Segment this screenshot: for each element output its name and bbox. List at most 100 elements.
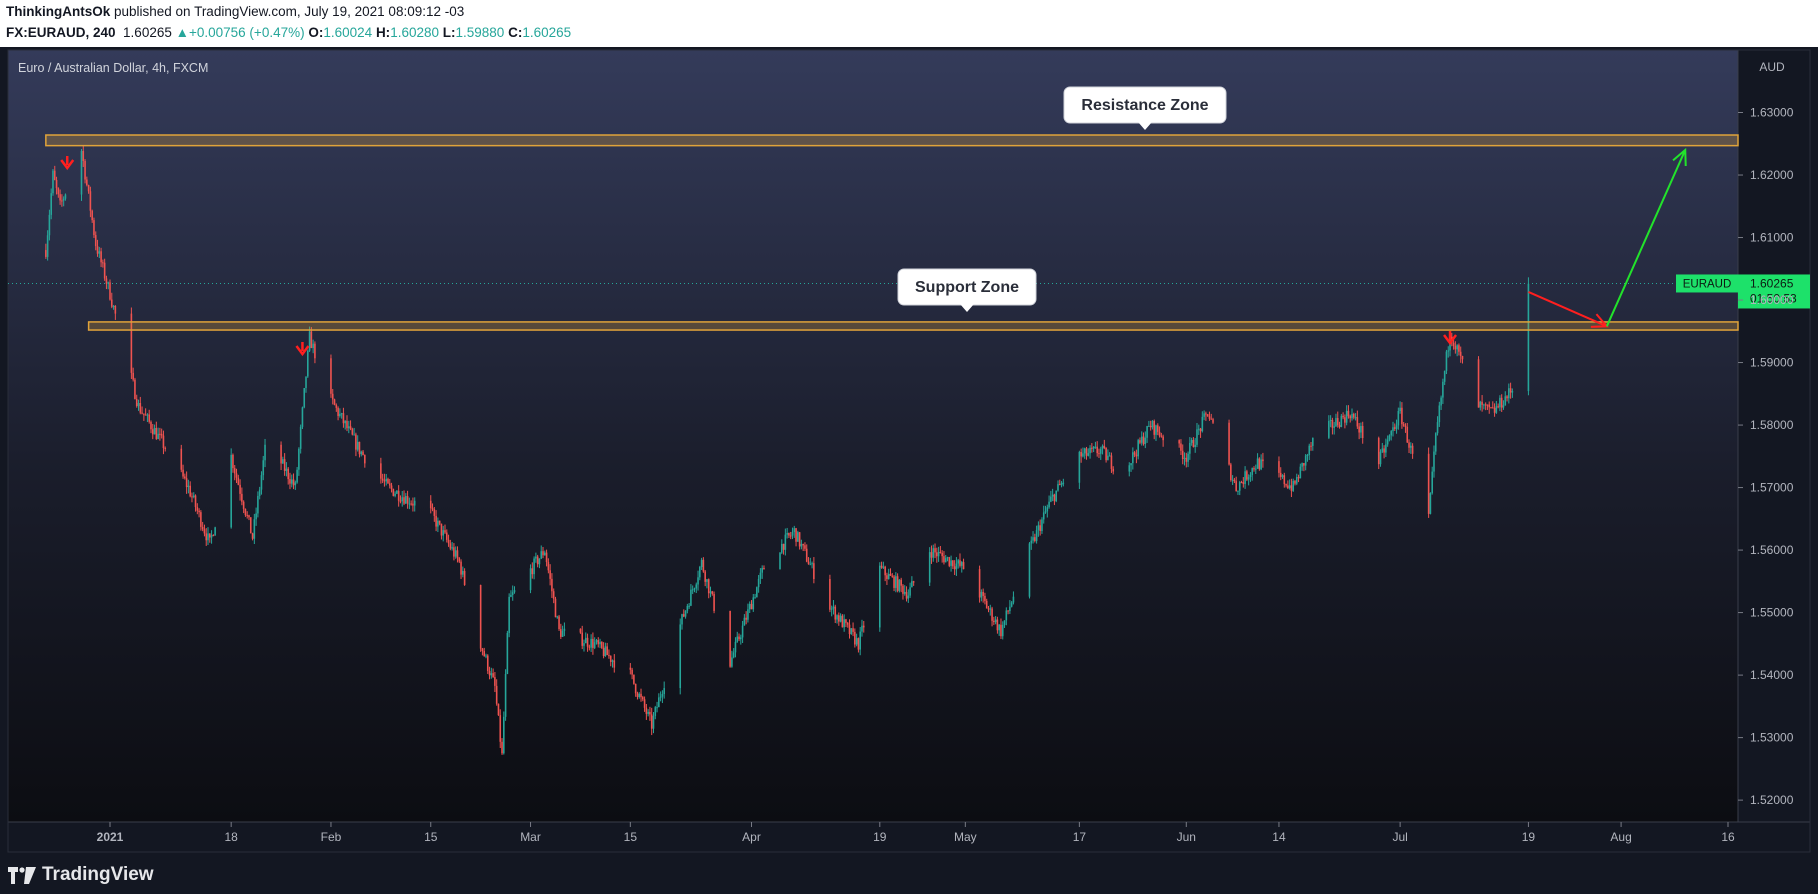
candle-body	[1258, 458, 1261, 470]
symbol-label[interactable]: FX:EURAUD, 240	[6, 25, 116, 40]
candle-body	[640, 693, 642, 698]
candle-body	[139, 402, 142, 413]
candle-body	[978, 569, 981, 598]
candle-body	[492, 673, 494, 678]
candle-body	[499, 715, 502, 742]
candle-body	[1078, 451, 1081, 483]
candle-body	[1101, 445, 1104, 449]
candle-body	[241, 493, 243, 502]
candle-body	[387, 478, 389, 484]
candle-body	[588, 646, 591, 648]
candle-body	[103, 262, 106, 279]
candle-body	[1335, 418, 1337, 427]
published-text: published on TradingView.com, July 19, 2…	[110, 4, 465, 19]
candle-body	[707, 579, 710, 594]
candle-body	[891, 575, 894, 577]
candle-body	[609, 655, 612, 662]
candle-body	[839, 615, 842, 622]
tradingview-logo[interactable]: TradingView	[8, 864, 154, 886]
candle-body	[157, 433, 159, 440]
candle-body	[1434, 433, 1437, 452]
candle-body	[748, 603, 751, 610]
candle-body	[456, 550, 459, 559]
candle-body	[690, 589, 692, 606]
candle-body	[1383, 448, 1385, 453]
candle-body	[907, 595, 910, 599]
candle-body	[1254, 468, 1257, 470]
candle-body	[153, 427, 156, 435]
candle-body	[911, 581, 913, 588]
candle-body	[1048, 501, 1050, 508]
candle-body	[941, 552, 943, 557]
candle-body	[1399, 407, 1401, 412]
candle-body	[846, 622, 849, 625]
candle-body	[1360, 425, 1362, 433]
candle-body	[1238, 482, 1241, 491]
candle-body	[1242, 482, 1245, 484]
candle-body	[506, 632, 509, 674]
candle-body	[53, 170, 56, 180]
last-price-text: 1.60265	[123, 25, 172, 40]
candle-body	[1385, 444, 1387, 453]
candle-body	[114, 306, 117, 314]
y-tick-label: 1.59000	[1750, 356, 1794, 370]
candle-body	[586, 637, 589, 647]
candle-body	[948, 557, 951, 566]
candle-body	[797, 532, 799, 542]
candle-body	[535, 556, 537, 559]
currency-label: AUD	[1759, 60, 1785, 74]
candle-body	[583, 643, 585, 646]
candle-body	[463, 570, 466, 585]
candle-body	[1345, 410, 1348, 423]
candle-body	[57, 188, 60, 195]
candle-body	[645, 707, 648, 714]
candle-body	[549, 570, 551, 579]
candle-body	[312, 343, 314, 349]
candle-body	[460, 561, 462, 575]
candle-body	[1484, 404, 1487, 406]
price-chart[interactable]: Resistance Zone Support Zone EURAUD 1.60265…	[0, 47, 1818, 894]
candle-body	[1001, 624, 1004, 637]
candle-body	[711, 591, 714, 595]
candle-body	[593, 642, 596, 648]
author-name[interactable]: ThinkingAntsOk	[6, 4, 110, 19]
candle-body	[148, 414, 151, 422]
candle-body	[1107, 455, 1109, 461]
candle-body	[661, 694, 664, 697]
candle-body	[381, 478, 384, 481]
candle-body	[731, 657, 733, 667]
candle-body	[479, 584, 482, 649]
candle-body	[700, 559, 703, 567]
candle-body	[196, 507, 199, 511]
candle-body	[1508, 388, 1510, 399]
candle-body	[1155, 425, 1157, 435]
candle-body	[1160, 435, 1163, 437]
candle-body	[934, 548, 936, 553]
candle-body	[1137, 440, 1139, 457]
candle-body	[1183, 457, 1186, 459]
candle-body	[413, 500, 416, 506]
candle-body	[1098, 453, 1100, 455]
candle-body	[1456, 345, 1458, 350]
candle-body	[1377, 438, 1380, 465]
candle-body	[84, 160, 86, 180]
resistance-zone-callout-label: Resistance Zone	[1081, 97, 1208, 114]
candle-body	[1328, 420, 1330, 438]
price-axis-background[interactable]	[1738, 50, 1810, 822]
candle-body	[355, 434, 357, 450]
candle-body	[993, 620, 995, 623]
candle-body	[989, 608, 992, 610]
candle-body	[745, 617, 747, 620]
candle-body	[1158, 431, 1161, 436]
candle-body	[629, 667, 632, 670]
y-tick-label: 1.62000	[1750, 168, 1794, 182]
candle-body	[184, 476, 186, 479]
candle-body	[659, 696, 662, 698]
candle-body	[529, 568, 532, 591]
candle-body	[1091, 447, 1093, 449]
candle-body	[729, 610, 731, 667]
candle-body	[1153, 420, 1156, 435]
candle-body	[1278, 461, 1280, 473]
candle-body	[743, 617, 746, 626]
candle-body	[1240, 482, 1243, 484]
